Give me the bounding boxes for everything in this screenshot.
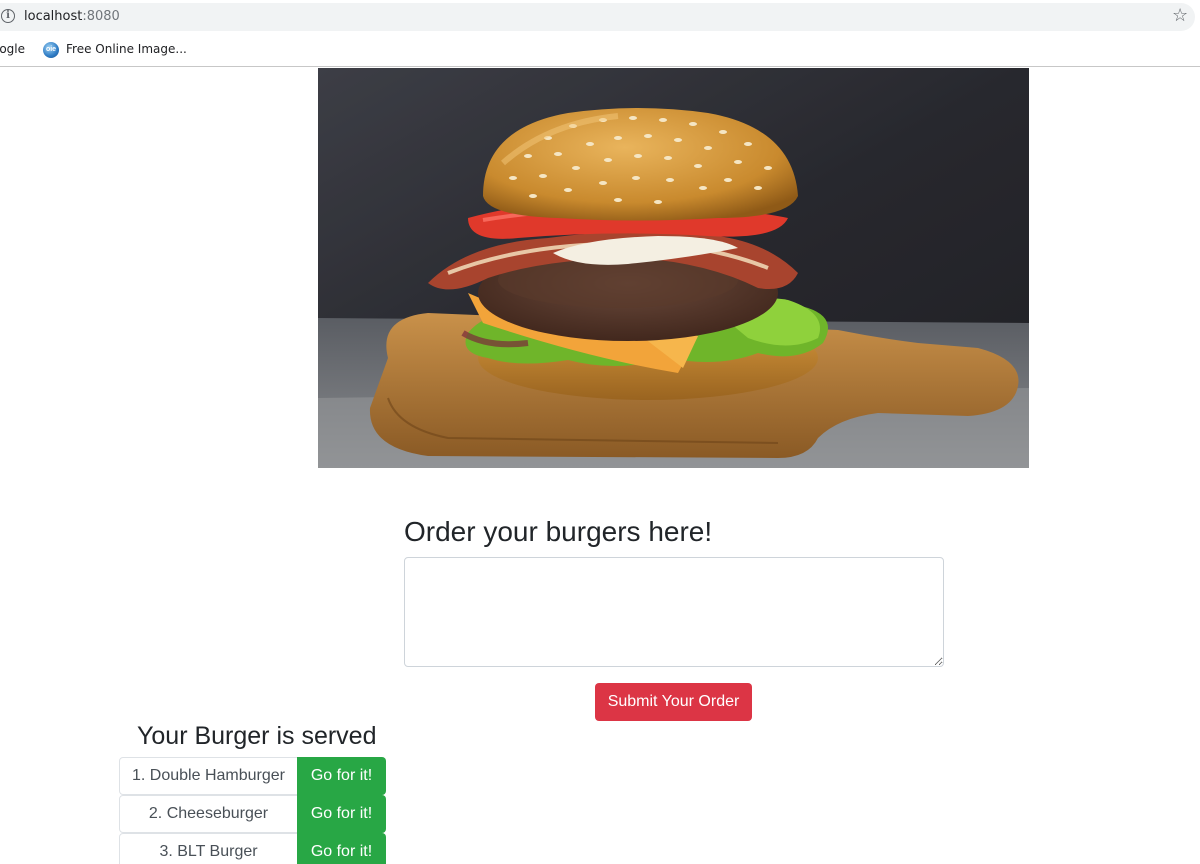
url-host: localhost: [24, 9, 83, 24]
info-icon[interactable]: i: [1, 9, 15, 23]
served-item: 1. Double Hamburger Go for it!: [119, 757, 386, 795]
browser-address-bar: i localhost:8080 ☆: [0, 0, 1200, 36]
served-item-name: 2. Cheeseburger: [119, 795, 298, 833]
globe-icon: oie: [43, 42, 59, 58]
hero-burger-image: [318, 68, 1029, 468]
go-for-it-button[interactable]: Go for it!: [297, 757, 386, 795]
bookmarks-bar: oogle Free Online Image...: [0, 36, 1200, 67]
go-for-it-button[interactable]: Go for it!: [297, 795, 386, 833]
served-item-name: 3. BLT Burger: [119, 833, 298, 864]
served-item: 3. BLT Burger Go for it!: [119, 833, 386, 864]
submit-order-button[interactable]: Submit Your Order: [595, 683, 752, 721]
bookmark-free-online-image[interactable]: Free Online Image...: [66, 42, 187, 56]
go-for-it-button[interactable]: Go for it!: [297, 833, 386, 864]
bookmark-star-icon[interactable]: ☆: [1172, 5, 1188, 26]
served-item-name: 1. Double Hamburger: [119, 757, 298, 795]
order-title: Order your burgers here!: [404, 516, 713, 547]
url-text[interactable]: localhost:8080: [24, 9, 120, 24]
omnibox[interactable]: [0, 3, 1195, 31]
url-port: :8080: [82, 9, 120, 24]
bookmark-google[interactable]: oogle: [0, 42, 25, 56]
order-input[interactable]: [404, 557, 944, 667]
served-title: Your Burger is served: [137, 722, 377, 750]
served-item: 2. Cheeseburger Go for it!: [119, 795, 386, 833]
